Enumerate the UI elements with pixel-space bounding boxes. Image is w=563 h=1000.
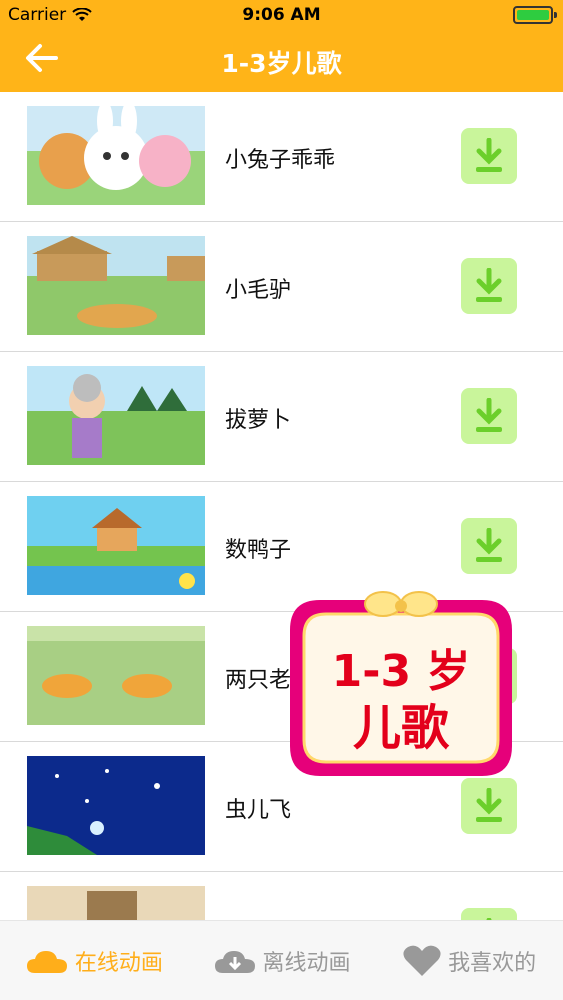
page-title: 1-3岁儿歌 <box>221 49 342 78</box>
song-title: 数鸭子 <box>225 538 292 563</box>
download-icon <box>476 398 502 432</box>
list-item[interactable]: 拔萝卜 <box>0 352 563 482</box>
battery-icon <box>513 6 557 24</box>
list-item[interactable]: 小毛驴 <box>0 222 563 352</box>
thumbnail-grandma <box>27 366 205 465</box>
tab-bar: 在线动画 离线动画 我喜欢的 <box>0 920 563 1000</box>
download-button[interactable] <box>461 128 517 184</box>
cloud-icon <box>26 950 67 973</box>
song-title: 小兔子乖乖 <box>225 148 336 173</box>
cloud-download-icon <box>214 950 255 973</box>
song-list[interactable]: 小兔子乖乖 小毛驴 拔萝卜 数鸭子 两只老虎 虫儿飞 <box>0 92 563 920</box>
download-button[interactable] <box>461 778 517 834</box>
heart-icon <box>403 945 441 976</box>
tab-favorites[interactable]: 我喜欢的 <box>375 921 563 1000</box>
tab-label: 离线动画 <box>262 950 351 976</box>
thumbnail-house <box>27 496 205 595</box>
category-badge: 1-3 岁 儿歌 <box>290 591 512 776</box>
thumbnail-night-sky <box>27 756 205 855</box>
download-button[interactable] <box>461 388 517 444</box>
download-icon <box>476 528 502 562</box>
tab-offline[interactable]: 离线动画 <box>188 921 376 1000</box>
tab-label: 在线动画 <box>74 950 163 976</box>
thumbnail-bunny <box>27 106 205 205</box>
download-button[interactable] <box>461 518 517 574</box>
list-item[interactable]: 小兔子乖乖 <box>0 92 563 222</box>
header-bar: Carrier 9:06 AM 1-3岁儿歌 <box>0 0 563 92</box>
thumbnail-donkey <box>27 236 205 335</box>
list-item[interactable] <box>0 872 563 920</box>
thumbnail-partial <box>27 886 205 920</box>
status-time: 9:06 AM <box>242 5 321 25</box>
song-title: 小毛驴 <box>225 278 292 303</box>
download-icon <box>476 138 502 172</box>
tab-label: 我喜欢的 <box>448 950 537 976</box>
status-bar: Carrier 9:06 AM <box>0 0 563 30</box>
download-button[interactable] <box>461 908 517 920</box>
download-icon <box>476 268 502 302</box>
nav-bar: 1-3岁儿歌 <box>0 30 563 92</box>
download-button[interactable] <box>461 258 517 314</box>
download-icon <box>476 788 502 822</box>
song-title: 虫儿飞 <box>225 798 292 823</box>
song-title: 拔萝卜 <box>225 408 292 433</box>
badge-line2: 儿歌 <box>353 700 450 756</box>
thumbnail-tigers <box>27 626 205 725</box>
tab-online[interactable]: 在线动画 <box>0 921 188 1000</box>
badge-line1: 1-3 岁 <box>332 646 471 697</box>
